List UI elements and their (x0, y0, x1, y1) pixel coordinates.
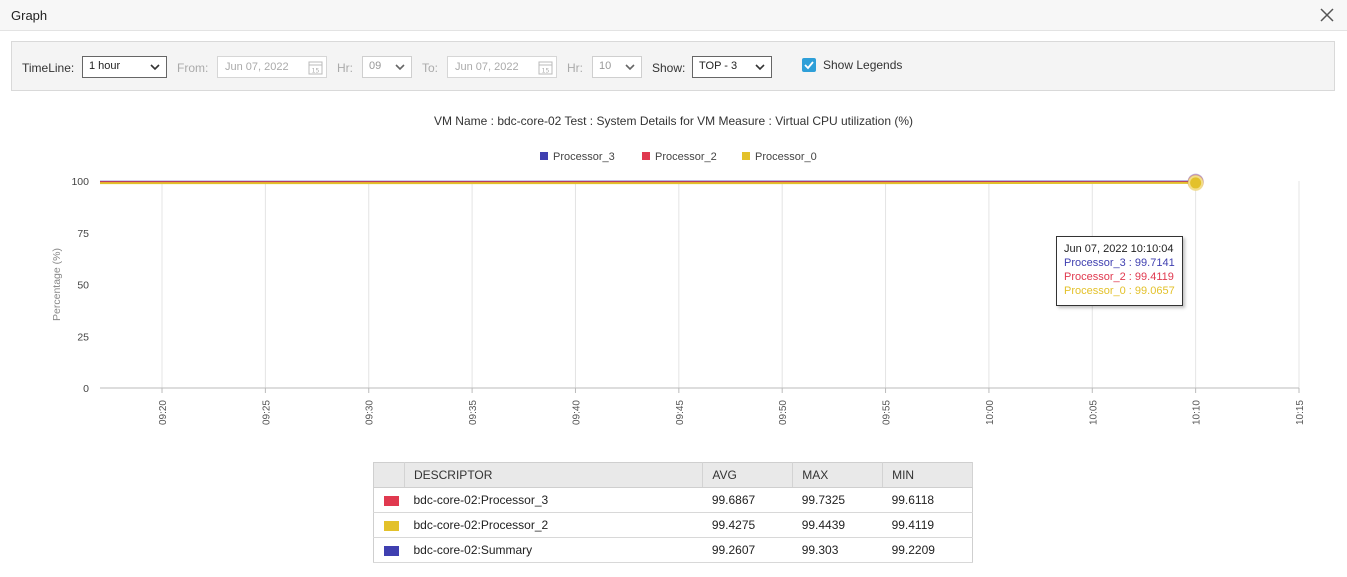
legend-swatch (540, 152, 548, 161)
descriptor-cell: bdc-core-02:Summary (404, 537, 703, 563)
timeline-select[interactable]: 1 hour (82, 56, 167, 78)
show-legends-checkbox[interactable] (802, 58, 816, 72)
to-hr-label: Hr: (567, 61, 583, 75)
x-tick-label: 09:20 (158, 400, 169, 425)
svg-text:15: 15 (312, 68, 320, 75)
legend-label: Processor_3 (553, 151, 615, 163)
tooltip-time: Jun 07, 2022 10:10:04 (1064, 243, 1174, 255)
x-tick-label: 09:45 (675, 400, 686, 425)
descriptor-cell: bdc-core-02:Processor_2 (404, 512, 703, 538)
table-header-row: DESCRIPTOR AVG MAX MIN (373, 462, 973, 488)
min-cell: 99.4119 (882, 512, 973, 538)
x-tick-label: 09:30 (365, 400, 376, 425)
check-icon (804, 61, 814, 70)
row-color-cell (373, 537, 405, 563)
min-cell: 99.6118 (882, 487, 973, 513)
to-hour-value: 10 (599, 60, 612, 72)
row-color-cell (373, 487, 405, 513)
table-row[interactable]: bdc-core-02:Processor_2 99.4275 99.4439 … (373, 512, 973, 538)
legend-swatch (642, 152, 650, 161)
hover-marker (1188, 175, 1204, 191)
from-date-value: Jun 07, 2022 (225, 61, 289, 73)
descriptor-cell: bdc-core-02:Processor_3 (404, 487, 703, 513)
y-tick-label: 0 (83, 383, 89, 395)
chart-tooltip: Jun 07, 2022 10:10:04 Processor_3 : 99.7… (1056, 236, 1183, 306)
x-tick-label: 09:55 (882, 400, 893, 425)
avg-cell: 99.6867 (702, 487, 793, 513)
x-tick-label: 09:35 (468, 400, 479, 425)
descriptor-column-header[interactable]: DESCRIPTOR (404, 462, 704, 488)
timeline-value: 1 hour (89, 60, 121, 72)
y-tick-label: 100 (71, 176, 89, 188)
x-tick-label: 09:50 (778, 400, 789, 425)
avg-cell: 99.2607 (702, 537, 793, 563)
chevron-down-icon (150, 64, 160, 71)
x-tick-label: 10:15 (1295, 400, 1306, 425)
calendar-icon[interactable]: 15 (308, 60, 323, 75)
legend-item-processor-2[interactable]: Processor_2 (642, 151, 717, 165)
x-tick-label: 10:00 (985, 400, 996, 425)
tooltip-row: Processor_0 : 99.0657 (1064, 285, 1175, 297)
y-tick-label: 75 (77, 228, 89, 240)
max-cell: 99.4439 (792, 512, 883, 538)
from-date-field[interactable]: Jun 07, 2022 15 (217, 56, 327, 78)
show-legends-label[interactable]: Show Legends (823, 58, 902, 72)
row-swatch (384, 545, 399, 556)
legend-label: Processor_0 (755, 151, 817, 163)
table-row[interactable]: bdc-core-02:Processor_3 99.6867 99.7325 … (373, 487, 973, 513)
tooltip-row: Processor_2 : 99.4119 (1064, 271, 1174, 283)
min-cell: 99.2209 (882, 537, 973, 563)
x-tick-label: 10:05 (1088, 400, 1099, 425)
from-hour-value: 09 (369, 60, 382, 72)
window-titlebar: Graph (0, 0, 1347, 31)
show-label: Show: (652, 61, 686, 75)
show-top-select[interactable]: TOP - 3 (692, 56, 772, 78)
chevron-down-icon (755, 64, 765, 71)
y-tick-label: 25 (77, 331, 89, 343)
max-column-header[interactable]: MAX (792, 462, 884, 488)
to-date-value: Jun 07, 2022 (455, 61, 519, 73)
calendar-icon[interactable]: 15 (538, 60, 553, 75)
legend-item-processor-3[interactable]: Processor_3 (540, 151, 615, 165)
to-hour-select[interactable]: 10 (592, 56, 642, 78)
row-swatch (384, 495, 399, 506)
chevron-down-icon (625, 64, 635, 71)
x-tick-label: 09:40 (571, 400, 582, 425)
chevron-down-icon (395, 64, 405, 71)
legend-swatch (742, 152, 750, 161)
chart-title: VM Name : bdc-core-02 Test : System Deta… (433, 114, 914, 128)
tooltip-row: Processor_3 : 99.7141 (1064, 257, 1175, 269)
min-column-header[interactable]: MIN (882, 462, 973, 488)
close-icon[interactable] (1319, 7, 1335, 23)
from-hr-label: Hr: (337, 61, 353, 75)
legend-item-processor-0[interactable]: Processor_0 (742, 151, 817, 165)
max-cell: 99.303 (792, 537, 883, 563)
color-column-header (373, 462, 405, 488)
from-label: From: (177, 61, 209, 75)
filter-toolbar: TimeLine: 1 hour From: Jun 07, 2022 15 H… (11, 41, 1335, 91)
stats-table: DESCRIPTOR AVG MAX MIN bdc-core-02:Proce… (373, 462, 973, 563)
to-date-field[interactable]: Jun 07, 2022 15 (447, 56, 557, 78)
legend-label: Processor_2 (655, 151, 717, 163)
window-title: Graph (11, 8, 48, 23)
row-swatch (384, 520, 399, 531)
avg-column-header[interactable]: AVG (702, 462, 794, 488)
svg-text:15: 15 (542, 68, 550, 75)
show-top-value: TOP - 3 (699, 60, 738, 72)
table-row[interactable]: bdc-core-02:Summary 99.2607 99.303 99.22… (373, 537, 973, 563)
x-tick-label: 10:10 (1192, 400, 1203, 425)
x-tick-label: 09:25 (261, 400, 272, 425)
y-tick-label: 50 (77, 280, 89, 292)
timeline-label: TimeLine: (22, 61, 75, 75)
max-cell: 99.7325 (792, 487, 883, 513)
to-label: To: (422, 61, 439, 75)
from-hour-select[interactable]: 09 (362, 56, 412, 78)
y-axis-title: Percentage (%) (51, 248, 63, 321)
avg-cell: 99.4275 (702, 512, 793, 538)
row-color-cell (373, 512, 405, 538)
